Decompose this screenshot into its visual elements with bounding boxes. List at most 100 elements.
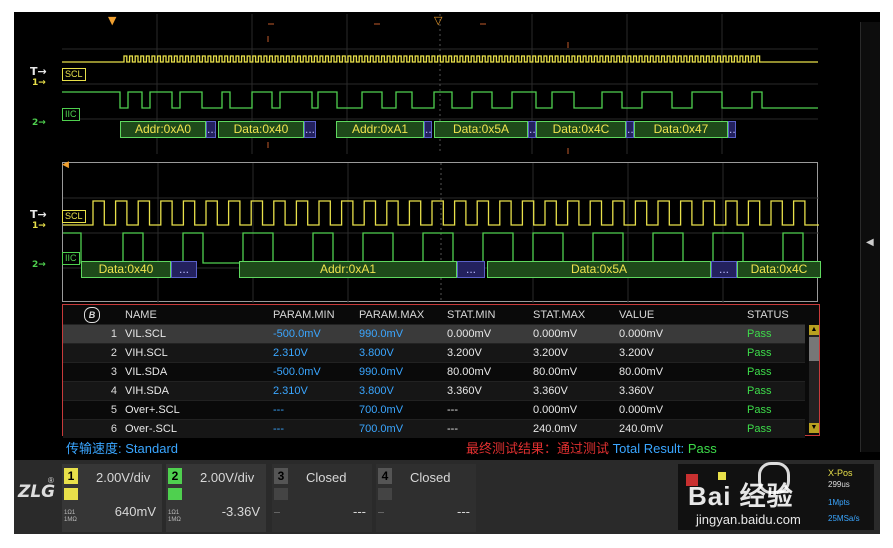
decode-frame[interactable]: Data:0x5A [434,121,528,138]
table-scrollbar[interactable]: ▲ ▼ [809,325,819,433]
row-param-min: 2.310V [269,381,355,401]
decode-gap: ... [206,121,216,138]
row-name: VIL.SDA [125,366,168,378]
col-status[interactable]: STATUS [743,305,805,325]
channel-coupling-icon [64,488,78,500]
decode-frame[interactable]: Data:0x4C [536,121,626,138]
col-stat-min[interactable]: STAT.MIN [443,305,529,325]
speed-value: : Standard [118,441,179,456]
table-row[interactable]: 5 Over+.SCL --- 700.0mV --- 0.000mV 0.000mV Pas… [63,400,805,420]
channel-coupling-icon [274,488,288,500]
scroll-thumb[interactable] [809,337,819,361]
zoom-ch1-offset-label: 1→ [32,221,46,231]
channel-impedance: 1Ω1 1MΩ [168,510,181,523]
row-param-max: 3.800V [355,381,443,401]
memory-depth: 1Mpts [828,498,850,507]
row-stat-min: 3.360V [443,381,529,401]
col-name[interactable]: NAME [121,305,269,325]
row-status: Pass [743,324,805,344]
channel-4-settings[interactable]: 4 Closed --- --- [376,464,476,532]
sample-rate: 25MSa/s [828,514,860,523]
row-index: 4 [63,381,121,401]
decode-frame[interactable]: Addr:0xA1 [239,261,457,278]
decode-gap: ... [528,121,536,138]
decode-frame[interactable]: Data:0x4C [737,261,821,278]
row-index: 1 [63,324,121,344]
decode-gap: ... [711,261,737,278]
col-param-max[interactable]: PARAM.MAX [355,305,443,325]
ch1-offset-label: 1→ [32,78,46,88]
decode-frame[interactable]: Data:0x40 [218,121,304,138]
channel-3-settings[interactable]: 3 Closed --- --- [272,464,372,532]
table-row[interactable]: 1 VIL.SCL -500.0mV 990.0mV 0.000mV 0.000mV 0.0… [63,324,805,344]
col-value[interactable]: VALUE [615,305,743,325]
measurement-table: B NAME PARAM.MIN PARAM.MAX STAT.MIN STAT… [62,304,820,438]
row-stat-max: 80.00mV [533,366,578,378]
row-stat-min: --- [447,404,458,416]
scroll-down-icon[interactable]: ▼ [809,423,819,433]
row-param-min: -500.0mV [273,366,321,378]
col-param-min[interactable]: PARAM.MIN [269,305,355,325]
trigger-marker: ▼ [108,14,117,27]
row-name: VIL.SCL [121,324,269,344]
speed-label: 传输速度 [66,441,119,456]
row-status: Pass [747,366,772,378]
row-param-max: 700.0mV [355,419,443,438]
zoom-ch2-offset-label: 2→ [32,260,46,270]
bus-b-icon: B [84,306,100,323]
decode-frame[interactable]: Data:0x5A [487,261,711,278]
row-value: 3.360V [615,381,743,401]
oscilloscope-screen: Addr:0xA0...Data:0x40...Addr:0xA1...Data… [14,12,880,534]
decode-frame[interactable]: Addr:0xA0 [120,121,206,138]
row-index: 2 [63,343,121,363]
table-row[interactable]: 3 VIL.SDA -500.0mV 990.0mV 80.00mV 80.00mV 80.… [63,362,805,382]
row-value: 0.000mV [615,324,743,344]
row-param-max: 700.0mV [359,404,404,416]
channel-scale: 2.00V/div [96,470,151,485]
iic-tag: IIC [62,108,80,121]
result-value: Pass [687,441,717,456]
channel-number: 4 [378,468,392,484]
channel-2-settings[interactable]: 2 2.00V/div -3.36V 1Ω1 1MΩ [166,464,266,532]
row-param-min: --- [269,419,355,438]
channel-number: 3 [274,468,288,484]
zoom-left-marker: ◀ [62,160,69,170]
scroll-up-icon[interactable]: ▲ [809,325,819,335]
table-row[interactable]: 6 Over-.SCL --- 700.0mV --- 240.0mV 240.0mV Pas… [63,419,805,438]
result-label: Total Result: [612,441,685,456]
channel-offset: --- [457,504,470,519]
side-panel-toggle[interactable]: ◀ [860,22,880,452]
row-name: VIH.SDA [121,381,269,401]
row-index: 5 [110,404,117,416]
decode-frame[interactable]: Addr:0xA1 [336,121,424,138]
decode-frame[interactable]: Data:0x40 [81,261,171,278]
col-stat-max[interactable]: STAT.MAX [529,305,615,325]
channel-coupling-icon [168,488,182,500]
channel-number: 1 [64,468,78,484]
speed-line: 传输速度: Standard [66,438,178,457]
watermark-text: Bai 经验 [688,481,794,511]
decode-gap: ... [626,121,634,138]
channel-1-settings[interactable]: 1 2.00V/div 640mV 1Ω1 1MΩ [62,464,162,532]
xpos-value: 299us [828,480,850,489]
center-marker: ▽ [434,14,443,27]
row-stat-max: 0.000mV [533,404,578,416]
measurement-header-row: B NAME PARAM.MIN PARAM.MAX STAT.MIN STAT… [63,305,805,325]
overview-waveform-panel: Addr:0xA0...Data:0x40...Addr:0xA1...Data… [62,14,818,154]
trigger-level-label: T→ [30,65,47,78]
channel-offset: -3.36V [221,504,260,519]
side-panel-arrow-icon: ◀ [866,237,874,248]
channel-offset: --- [353,504,366,519]
decode-frame[interactable]: Data:0x47 [634,121,728,138]
row-status: Pass [743,343,805,363]
channel-scale: Closed [410,470,451,485]
row-param-max: 990.0mV [359,366,404,378]
row-param-max: 990.0mV [355,324,443,344]
table-row[interactable]: 4 VIH.SDA 2.310V 3.800V 3.360V 3.360V 3.360V Pa… [63,381,805,401]
table-badge[interactable]: B [63,305,121,325]
zlg-logo: ZLG [18,482,56,502]
table-row[interactable]: 2 VIH.SCL 2.310V 3.800V 3.200V 3.200V 3.200V Pa… [63,343,805,363]
row-name: Over-.SCL [121,419,269,438]
row-value: 80.00mV [619,366,664,378]
row-index: 6 [63,419,121,438]
